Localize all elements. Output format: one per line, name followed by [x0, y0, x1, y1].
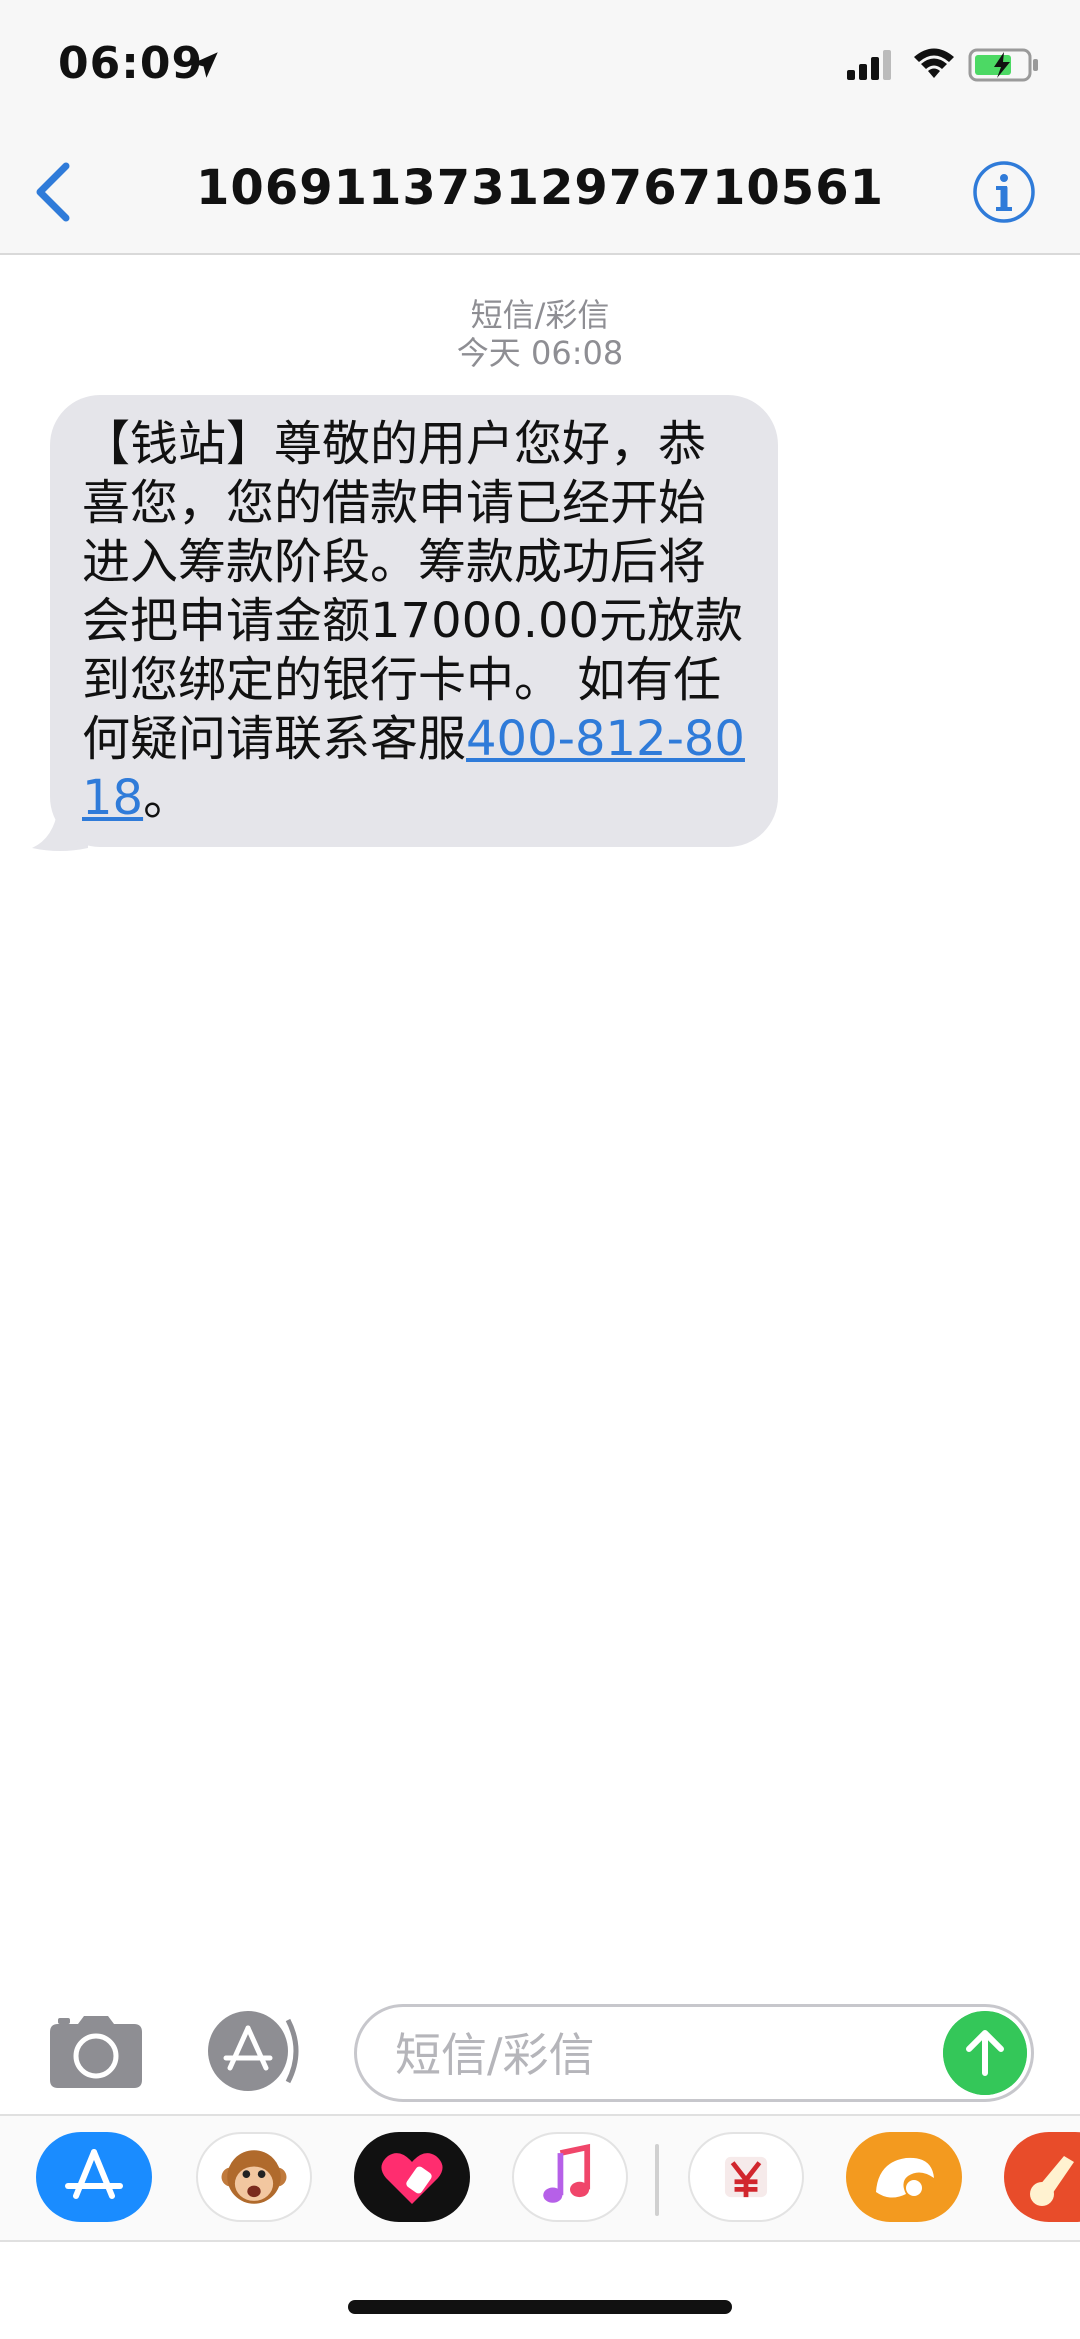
- wifi-icon: [914, 48, 954, 78]
- received-message-bubble[interactable]: 【钱站】尊敬的用户您好，恭喜您，您的借款申请已经开始进入筹款阶段。筹款成功后将会…: [50, 395, 778, 847]
- wallet-icon[interactable]: [688, 2132, 804, 2222]
- drawer-divider: [655, 2144, 659, 2216]
- app-store-icon[interactable]: [36, 2132, 152, 2222]
- music-icon[interactable]: [512, 2132, 628, 2222]
- location-arrow-icon: [192, 52, 218, 78]
- app-store-button[interactable]: [200, 2008, 306, 2094]
- status-time: 06:09: [58, 38, 204, 89]
- digital-touch-icon[interactable]: [354, 2132, 470, 2222]
- message-trailing: 。: [143, 770, 192, 826]
- message-timestamp: 今天 06:08: [456, 334, 624, 372]
- message-input[interactable]: [393, 2025, 933, 2085]
- message-text: 【钱站】尊敬的用户您好，恭喜您，您的借款申请已经开始进入筹款阶段。筹款成功后将会…: [82, 415, 750, 828]
- navigation-header: 06:09 106911373129767105​61: [0, 0, 1080, 255]
- cellular-signal-icon: [847, 50, 891, 80]
- uc-browser-icon[interactable]: [846, 2132, 962, 2222]
- info-button[interactable]: [972, 160, 1036, 224]
- send-button[interactable]: [943, 2011, 1027, 2095]
- message-input-field[interactable]: [354, 2004, 1034, 2102]
- home-indicator[interactable]: [348, 2300, 732, 2314]
- animoji-monkey-icon[interactable]: [196, 2132, 312, 2222]
- battery-charging-icon: [968, 48, 1038, 82]
- app-drawer: [0, 2114, 1080, 2242]
- garageband-icon[interactable]: [1004, 2132, 1080, 2222]
- camera-button[interactable]: [48, 2012, 144, 2090]
- messages-screen: 06:09 106911373129767105​61: [0, 0, 1080, 2339]
- contact-title: 106911373129767105​61: [196, 160, 884, 216]
